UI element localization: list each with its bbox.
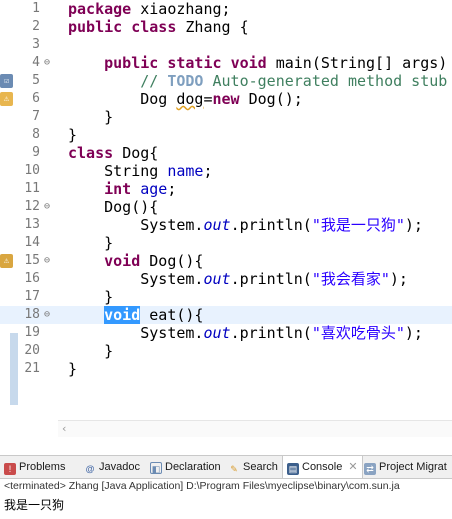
code-text[interactable]: }	[68, 288, 113, 306]
tab-label: Search	[243, 461, 278, 473]
console-output[interactable]: 我是一只狗	[0, 496, 452, 514]
code-text[interactable]: }	[68, 360, 77, 378]
line-number: 13	[24, 217, 40, 232]
code-line[interactable]: 1 package xiaozhang;	[0, 0, 452, 18]
code-line[interactable]: 19 System.out.println("喜欢吃骨头");	[0, 324, 452, 342]
declaration-icon: ◧	[150, 462, 162, 474]
line-number: 9	[32, 145, 40, 160]
line-number: 16	[24, 271, 40, 286]
line-number: 18	[24, 307, 40, 322]
scroll-left-icon[interactable]: ‹	[62, 422, 66, 435]
line-number: 8	[32, 127, 40, 142]
tab-label: Project Migrat	[379, 461, 447, 473]
code-line[interactable]: 8 }	[0, 126, 452, 144]
tab-project-migration[interactable]: ⇄ Project Migrat	[364, 459, 447, 475]
code-line[interactable]: 3	[0, 36, 452, 54]
line-number: 14	[24, 235, 40, 250]
code-line[interactable]: 12 ⊖ Dog(){	[0, 198, 452, 216]
code-text[interactable]: System.out.println("我会看家");	[68, 270, 408, 288]
code-line[interactable]: 11 int age;	[0, 180, 452, 198]
code-line[interactable]: 15 ⚠ ⊖ void Dog(){	[0, 252, 452, 270]
code-text[interactable]: // TODO Auto-generated method stub	[68, 72, 447, 90]
code-text[interactable]: void Dog(){	[68, 252, 203, 270]
code-line[interactable]: 5 ☑ // TODO Auto-generated method stub	[0, 72, 452, 90]
task-marker-icon[interactable]: ☑	[0, 74, 13, 88]
tab-console[interactable]: ▤ Console ✕	[282, 456, 363, 478]
code-text[interactable]: }	[68, 126, 77, 144]
fold-toggle-icon[interactable]: ⊖	[41, 57, 53, 69]
code-text[interactable]: System.out.println("我是一只狗");	[68, 216, 423, 234]
tab-label: Problems	[19, 461, 66, 473]
warning-marker-icon[interactable]: ⚠	[0, 92, 13, 106]
project-migration-icon: ⇄	[364, 463, 376, 475]
javadoc-icon: @	[85, 464, 95, 474]
code-line[interactable]: 13 System.out.println("我是一只狗");	[0, 216, 452, 234]
horizontal-scrollbar[interactable]: ‹	[58, 420, 452, 437]
code-line[interactable]: 21 }	[0, 360, 452, 378]
current-code-line[interactable]: 18 ⊖ void eat(){	[0, 306, 452, 324]
line-number: 4	[32, 55, 40, 70]
console-status: <terminated> Zhang [Java Application] D:…	[4, 480, 400, 492]
code-text[interactable]: }	[68, 342, 113, 360]
fold-toggle-icon[interactable]: ⊖	[41, 255, 53, 267]
problems-icon: !	[4, 463, 16, 475]
tab-problems[interactable]: ! Problems	[4, 459, 65, 475]
tab-search[interactable]: ✎ Search	[228, 459, 278, 475]
line-number: 11	[24, 181, 40, 196]
code-text[interactable]: Dog dog=new Dog();	[68, 90, 303, 108]
code-line[interactable]: 2 public class Zhang {	[0, 18, 452, 36]
code-line[interactable]: 20 }	[0, 342, 452, 360]
line-number: 17	[24, 289, 40, 304]
code-line[interactable]: 9 class Dog{	[0, 144, 452, 162]
code-line[interactable]: 14 }	[0, 234, 452, 252]
line-number: 19	[24, 325, 40, 340]
code-text[interactable]: }	[68, 108, 113, 126]
code-text[interactable]: int age;	[68, 180, 176, 198]
code-line[interactable]: 10 String name;	[0, 162, 452, 180]
fold-toggle-icon[interactable]: ⊖	[41, 309, 53, 321]
line-number: 7	[32, 109, 40, 124]
line-number: 2	[32, 19, 40, 34]
code-text[interactable]: }	[68, 234, 113, 252]
code-text[interactable]: void eat(){	[68, 306, 203, 324]
code-line[interactable]: 4 ⊖ public static void main(String[] arg…	[0, 54, 452, 72]
fold-toggle-icon[interactable]: ⊖	[41, 201, 53, 213]
line-number: 20	[24, 343, 40, 358]
selected-text: void	[104, 306, 141, 324]
code-line[interactable]: 6 ⚠ Dog dog=new Dog();	[0, 90, 452, 108]
code-line[interactable]: 7 }	[0, 108, 452, 126]
code-text[interactable]: public static void main(String[] args) {	[68, 54, 452, 72]
tab-label: Declaration	[165, 461, 221, 473]
close-icon[interactable]: ✕	[348, 461, 357, 473]
line-number: 10	[24, 163, 40, 178]
tab-javadoc[interactable]: @ Javadoc	[84, 459, 140, 475]
code-text[interactable]: System.out.println("喜欢吃骨头");	[68, 324, 423, 342]
code-text[interactable]: String name;	[68, 162, 212, 180]
code-text[interactable]: class Dog{	[68, 144, 158, 162]
warning-marker-icon[interactable]: ⚠	[0, 254, 13, 268]
code-text[interactable]: package xiaozhang;	[68, 0, 231, 18]
code-line[interactable]: 17 }	[0, 288, 452, 306]
tab-declaration[interactable]: ◧ Declaration	[150, 459, 221, 475]
tab-label: Console	[302, 461, 343, 473]
search-icon: ✎	[230, 464, 238, 474]
line-number: 3	[32, 37, 40, 52]
code-editor[interactable]: 1 package xiaozhang; 2 public class Zhan…	[0, 0, 452, 418]
code-text[interactable]: Dog(){	[68, 198, 158, 216]
console-icon: ▤	[287, 463, 299, 475]
bottom-panel-tabbar: ! Problems @ Javadoc ◧ Declaration ✎ Search …	[0, 455, 452, 479]
line-number: 21	[24, 361, 40, 376]
code-line[interactable]: 16 System.out.println("我会看家");	[0, 270, 452, 288]
tab-label: Javadoc	[99, 461, 140, 473]
line-number: 1	[32, 1, 40, 16]
code-text[interactable]: public class Zhang {	[68, 18, 249, 36]
line-number: 12	[24, 199, 40, 214]
